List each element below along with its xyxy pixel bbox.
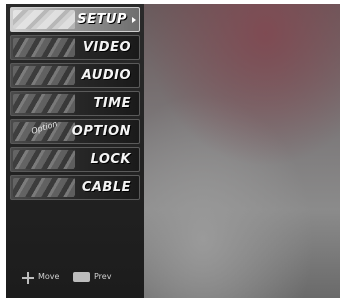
menu-item-label: OPTION <box>71 124 131 139</box>
menu-footer: Move Prev <box>6 268 144 288</box>
tv-screen: SETUP VIDEO AUDIO TIME Option OPTION LOC… <box>6 4 340 298</box>
menu-item-time[interactable]: TIME <box>10 91 140 116</box>
menu-item-lock[interactable]: LOCK <box>10 147 140 172</box>
menu-item-cable[interactable]: CABLE <box>10 175 140 200</box>
menu-item-setup[interactable]: SETUP <box>10 7 140 32</box>
lock-icon <box>13 150 75 169</box>
navigation-arrows-icon <box>22 272 34 284</box>
video-preview-area <box>144 4 340 298</box>
menu-item-label: CABLE <box>81 180 131 195</box>
video-icon <box>13 38 75 57</box>
setup-icon <box>13 10 75 29</box>
time-icon <box>13 94 75 113</box>
cable-icon <box>13 178 75 197</box>
menu-item-audio[interactable]: AUDIO <box>10 63 140 88</box>
footer-move-label: Move <box>38 272 60 281</box>
menu-item-video[interactable]: VIDEO <box>10 35 140 60</box>
menu-item-option[interactable]: Option OPTION <box>10 119 140 144</box>
menu-key-icon <box>73 272 90 282</box>
menu-item-label: SETUP <box>77 12 127 27</box>
menu-item-label: AUDIO <box>81 68 131 83</box>
menu-item-label: TIME <box>93 96 131 111</box>
audio-icon <box>13 66 75 85</box>
setup-menu: SETUP VIDEO AUDIO TIME Option OPTION LOC… <box>6 4 144 298</box>
menu-item-label: LOCK <box>90 152 131 167</box>
footer-prev-label: Prev <box>94 272 112 281</box>
arrow-right-icon <box>132 17 136 23</box>
menu-item-label: VIDEO <box>82 40 131 55</box>
